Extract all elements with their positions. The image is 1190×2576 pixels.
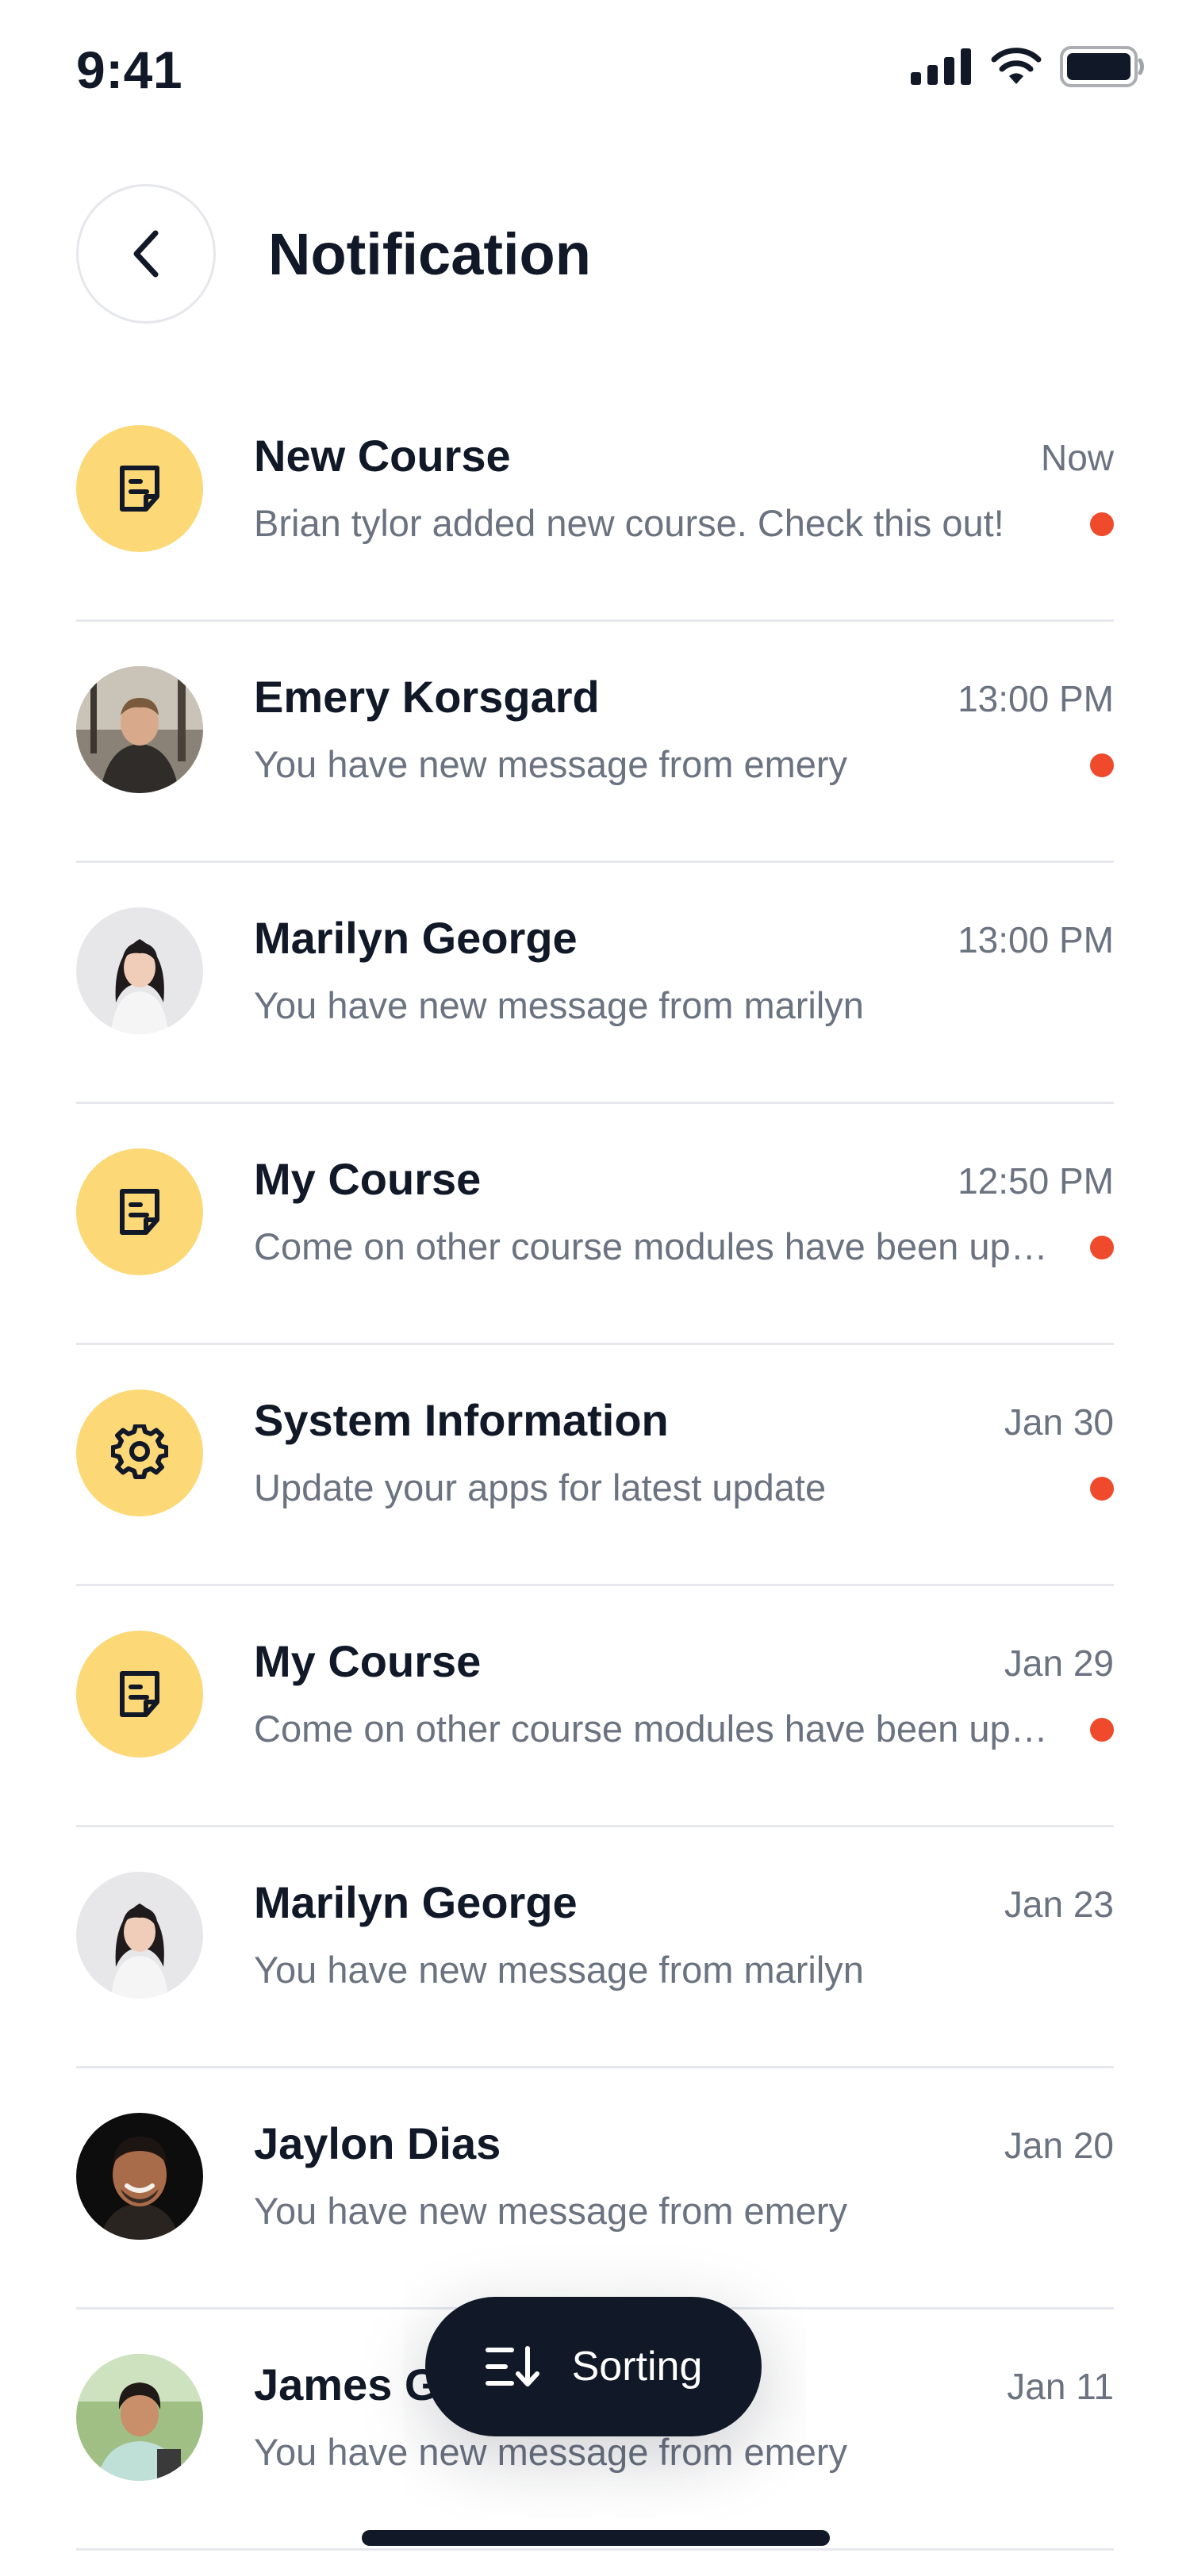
notification-title: Marilyn George: [254, 913, 578, 963]
document-icon: [120, 1189, 159, 1235]
notification-time: Jan 20: [1004, 2125, 1114, 2166]
avatar: [76, 907, 203, 1034]
sorting-button[interactable]: Sorting: [425, 2297, 762, 2436]
notification-item[interactable]: My Course Come on other course modules h…: [76, 1586, 1114, 1827]
notification-title: System Information: [254, 1395, 669, 1445]
wifi-icon: [991, 48, 1042, 84]
notification-title: James G: [254, 2359, 440, 2409]
notification-icon-avatar: [76, 425, 203, 552]
notification-title: Jaylon Dias: [254, 2118, 501, 2168]
notification-time: 13:00 PM: [958, 678, 1114, 719]
user-photo-icon: [76, 666, 203, 793]
notification-message: You have new message from emery: [254, 743, 848, 785]
unread-dot: [1090, 1718, 1114, 1742]
notification-time: Jan 23: [1004, 1884, 1114, 1925]
notification-screen: 9:41 Notification New Course Brian tylor…: [0, 0, 1190, 2576]
sort-icon: [485, 2346, 539, 2386]
notification-title: My Course: [254, 1636, 482, 1686]
notification-title: My Course: [254, 1154, 482, 1204]
notification-time: 13:00 PM: [958, 919, 1114, 960]
notification-time: Jan 30: [1004, 1401, 1114, 1443]
status-time: 9:41: [76, 40, 183, 99]
gear-icon: [111, 1424, 168, 1480]
notification-title: Emery Korsgard: [254, 672, 600, 722]
notification-message: Update your apps for latest update: [254, 1466, 827, 1508]
notification-time: Now: [1040, 437, 1114, 478]
avatar: [76, 2354, 203, 2481]
notification-icon-avatar: [76, 1390, 203, 1516]
unread-dot: [1090, 512, 1114, 536]
cellular-signal-icon: [911, 48, 971, 85]
document-icon: [120, 466, 159, 512]
notification-title: Marilyn George: [254, 1877, 578, 1927]
notification-time: Jan 29: [1004, 1643, 1114, 1684]
avatar: [76, 1872, 203, 1999]
user-photo-icon: [76, 2354, 203, 2481]
notification-message: You have new message from emery: [254, 2431, 848, 2473]
notification-item[interactable]: Marilyn George You have new message from…: [76, 863, 1114, 1104]
notification-icon-avatar: [76, 1148, 203, 1275]
sorting-label: Sorting: [571, 2344, 703, 2390]
user-photo-icon: [76, 2113, 203, 2240]
home-indicator: [362, 2530, 830, 2546]
battery-icon: [1060, 46, 1144, 87]
notification-message: You have new message from emery: [254, 2190, 848, 2232]
notification-item[interactable]: Emery Korsgard You have new message from…: [76, 622, 1114, 863]
user-photo-icon: [76, 907, 203, 1034]
notification-time: Jan 11: [1007, 2366, 1114, 2407]
notification-time: 12:50 PM: [958, 1160, 1114, 1202]
unread-dot: [1090, 753, 1114, 777]
notification-message: You have new message from marilyn: [254, 1949, 864, 1991]
page-title: Notification: [268, 220, 591, 287]
status-icons: [911, 46, 1146, 87]
notification-item[interactable]: New Course Brian tylor added new course.…: [76, 381, 1114, 622]
chevron-left-icon: [133, 230, 159, 278]
unread-dot: [1090, 1236, 1114, 1259]
unread-dot: [1090, 1477, 1114, 1501]
notification-message: Brian tylor added new course. Check this…: [254, 502, 1004, 544]
avatar: [76, 2113, 203, 2240]
notification-item[interactable]: Marilyn George You have new message from…: [76, 1827, 1114, 2068]
notification-message: You have new message from marilyn: [254, 984, 864, 1026]
notification-icon-avatar: [76, 1631, 203, 1758]
back-button[interactable]: [76, 184, 216, 324]
status-bar: 9:41: [0, 0, 1190, 135]
notification-item[interactable]: System Information Update your apps for …: [76, 1345, 1114, 1586]
avatar: [76, 666, 203, 793]
notification-title: New Course: [254, 431, 511, 481]
notification-message: Come on other course modules have been u…: [254, 1708, 1055, 1750]
notification-list: New Course Brian tylor added new course.…: [76, 381, 1114, 2551]
header: Notification: [76, 184, 1114, 324]
notification-item[interactable]: Jaylon Dias You have new message from em…: [76, 2068, 1114, 2310]
document-icon: [120, 1671, 159, 1717]
user-photo-icon: [76, 1872, 203, 1999]
notification-item[interactable]: My Course Come on other course modules h…: [76, 1104, 1114, 1345]
notification-message: Come on other course modules have been u…: [254, 1225, 1055, 1267]
